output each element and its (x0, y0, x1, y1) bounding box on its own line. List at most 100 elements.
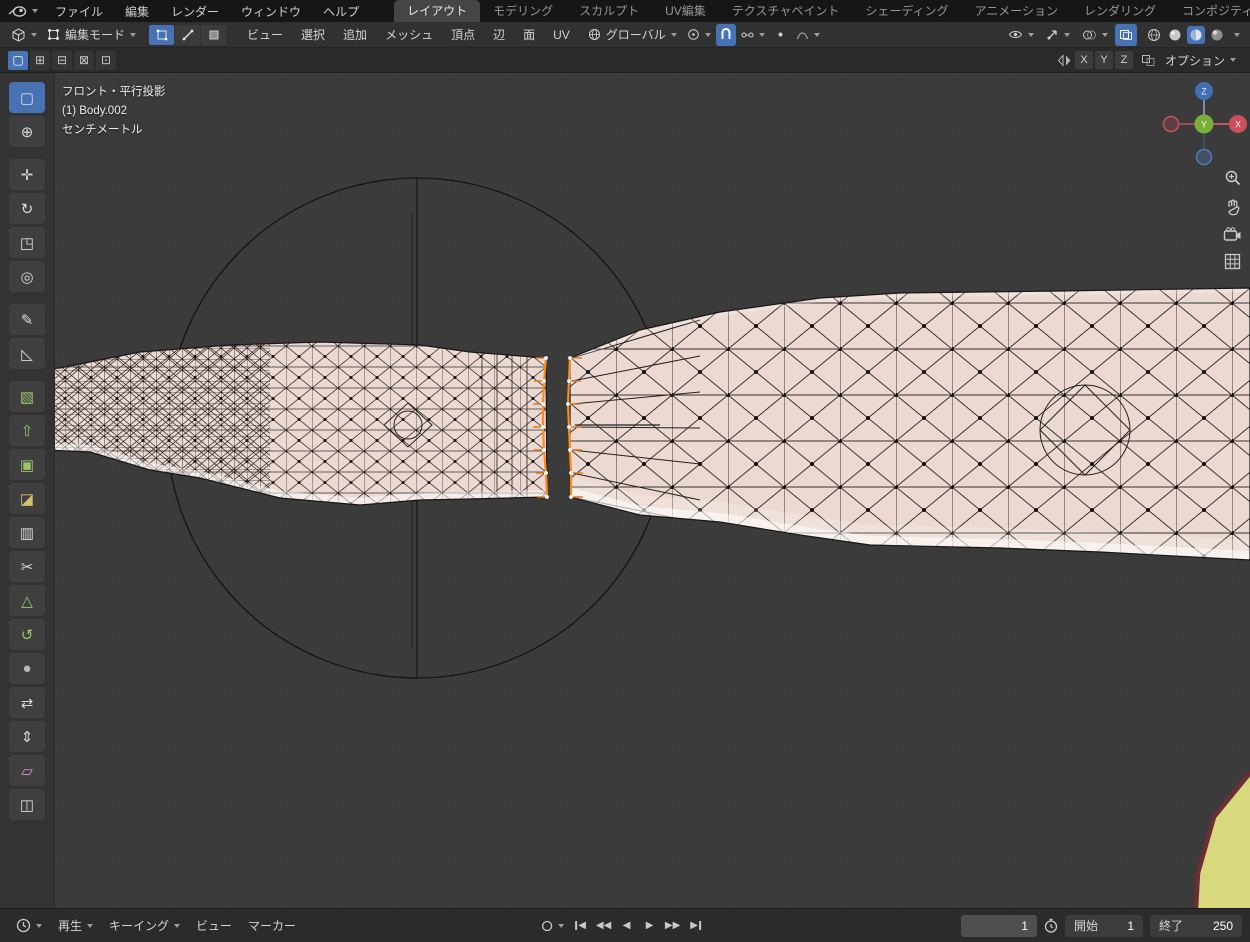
menu-item[interactable]: 編集 (114, 0, 160, 22)
mirror-axis-button[interactable]: Z (1115, 51, 1133, 69)
workspace-tab[interactable]: スカルプト (566, 0, 652, 22)
viewport-editor-icon (11, 28, 26, 42)
shrink-fatten-tool[interactable]: ⇕ (9, 721, 45, 752)
select-box-tool[interactable]: ▢ (9, 82, 45, 113)
chevron-down-icon (87, 924, 93, 928)
spin-tool[interactable]: ↺ (9, 619, 45, 650)
object-name-label: (1) Body.002 (62, 102, 166, 121)
tool-icon: ↺ (21, 626, 34, 644)
navigation-gizmo[interactable]: Z X Y (1158, 78, 1250, 170)
viewport-canvas[interactable]: ▢ ⊕ ✛ ↻ ◳ ◎ ✎ (0, 73, 1250, 908)
menu-item[interactable]: ファイル (44, 0, 114, 22)
jump-to-start-button[interactable]: ◀ (570, 915, 591, 937)
workspace-tab[interactable]: シェーディング (852, 0, 961, 22)
extrude-region-tool[interactable]: ⇧ (9, 415, 45, 446)
measure-tool[interactable]: ◺ (9, 338, 45, 369)
falloff-dropdown[interactable] (791, 24, 825, 46)
menu-item[interactable]: 選択 (292, 22, 334, 48)
menu-item[interactable]: メッシュ (376, 22, 442, 48)
smooth-tool[interactable]: ● (9, 653, 45, 684)
visibility-dropdown[interactable] (1003, 24, 1039, 46)
gizmos-dropdown[interactable] (1041, 24, 1075, 46)
overlays-dropdown[interactable] (1077, 24, 1113, 46)
mirror-axis-button[interactable]: X (1075, 51, 1093, 69)
edge-select-button[interactable] (175, 25, 200, 45)
view-menu[interactable]: ビュー (188, 917, 240, 934)
menu-item[interactable]: ビュー (238, 22, 292, 48)
playback-menu[interactable]: 再生 (50, 917, 101, 934)
rotate-tool[interactable]: ↻ (9, 193, 45, 224)
auto-keying-dropdown[interactable] (537, 920, 568, 932)
select-intersect-button[interactable]: ⊡ (96, 51, 116, 70)
blender-menu-button[interactable] (0, 0, 44, 22)
marker-menu[interactable]: マーカー (240, 917, 304, 934)
camera-view-icon[interactable] (1223, 227, 1242, 242)
wireframe-shading-button[interactable] (1145, 26, 1163, 44)
cursor-tool[interactable]: ⊕ (9, 116, 45, 147)
snap-settings-dropdown[interactable] (736, 24, 770, 46)
face-select-button[interactable] (201, 25, 226, 45)
jump-to-end-button[interactable]: ▶ (685, 915, 706, 937)
zoom-icon[interactable] (1224, 169, 1242, 187)
frame-start-field[interactable]: 開始 1 (1065, 915, 1143, 937)
snap-toggle-button[interactable] (716, 24, 736, 46)
tool-icon: ◳ (20, 234, 34, 252)
workspace-tab[interactable]: レイアウト (394, 0, 480, 22)
menu-item[interactable]: 辺 (484, 22, 514, 48)
keying-menu[interactable]: キーイング (101, 917, 188, 934)
editor-type-dropdown[interactable] (6, 24, 42, 46)
menu-item[interactable]: UV (544, 22, 579, 48)
xray-toggle-button[interactable] (1115, 24, 1137, 46)
mirror-axis-button[interactable]: Y (1095, 51, 1113, 69)
select-subtract-button[interactable]: ⊟ (52, 51, 72, 70)
workspace-tab[interactable]: モデリング (480, 0, 566, 22)
pivot-dropdown[interactable] (682, 24, 716, 46)
workspace-tab[interactable]: レンダリング (1071, 0, 1169, 22)
play-reverse-button[interactable]: ◀ (616, 915, 637, 937)
menu-item[interactable]: ヘルプ (312, 0, 370, 22)
orientation-dropdown[interactable]: グローバル (583, 24, 682, 46)
workspace-tab[interactable]: UV編集 (652, 0, 719, 22)
menu-item[interactable]: レンダー (160, 0, 230, 22)
material-shading-button[interactable] (1187, 26, 1205, 44)
proportional-editing-toggle[interactable] (770, 24, 791, 46)
mode-dropdown[interactable]: 編集モード (42, 24, 141, 46)
workspace-tab[interactable]: コンポジティング (1169, 0, 1250, 22)
stopwatch-icon[interactable] (1044, 918, 1058, 933)
loop-cut-tool[interactable]: ▥ (9, 517, 45, 548)
menu-item[interactable]: 追加 (334, 22, 376, 48)
shear-tool[interactable]: ▱ (9, 755, 45, 786)
inset-faces-tool[interactable]: ▣ (9, 449, 45, 480)
workspace-tab[interactable]: テクスチャペイント (719, 0, 853, 22)
menu-item[interactable]: 面 (514, 22, 544, 48)
frame-end-field[interactable]: 終了 250 (1150, 915, 1242, 937)
vertex-select-button[interactable] (149, 25, 174, 45)
current-frame-field[interactable]: 1 (961, 915, 1037, 937)
add-cube-tool[interactable]: ▧ (9, 381, 45, 412)
options-dropdown[interactable]: オプション (1159, 52, 1242, 69)
select-new-button[interactable]: ▢ (8, 51, 28, 70)
knife-tool[interactable]: ✂ (9, 551, 45, 582)
rip-region-tool[interactable]: ◫ (9, 789, 45, 820)
menu-item[interactable]: ウィンドウ (230, 0, 312, 22)
rendered-shading-button[interactable] (1208, 26, 1226, 44)
workspace-tab[interactable]: アニメーション (962, 0, 1072, 22)
move-tool[interactable]: ✛ (9, 159, 45, 190)
poly-build-tool[interactable]: △ (9, 585, 45, 616)
bevel-tool[interactable]: ◪ (9, 483, 45, 514)
play-button[interactable]: ▶ (639, 915, 660, 937)
timeline-editor-dropdown[interactable] (8, 918, 50, 933)
next-keyframe-button[interactable]: ▶▶ (662, 915, 683, 937)
transform-tool[interactable]: ◎ (9, 261, 45, 292)
menu-item[interactable]: 頂点 (442, 22, 484, 48)
annotate-tool[interactable]: ✎ (9, 304, 45, 335)
marker-label: マーカー (248, 917, 296, 934)
solid-shading-button[interactable] (1166, 26, 1184, 44)
scale-tool[interactable]: ◳ (9, 227, 45, 258)
grid-toggle-icon[interactable] (1224, 253, 1241, 270)
pan-hand-icon[interactable] (1224, 198, 1242, 216)
edge-slide-tool[interactable]: ⇄ (9, 687, 45, 718)
previous-keyframe-button[interactable]: ◀◀ (593, 915, 614, 937)
select-invert-button[interactable]: ⊠ (74, 51, 94, 70)
select-extend-button[interactable]: ⊞ (30, 51, 50, 70)
